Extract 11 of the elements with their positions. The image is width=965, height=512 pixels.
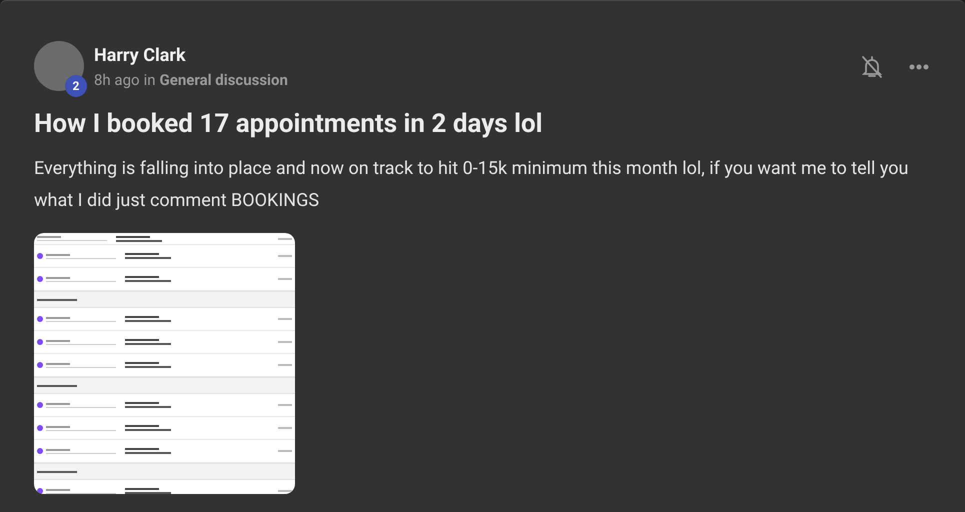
- post-time: 8h ago: [94, 70, 140, 90]
- level-badge: 2: [65, 75, 87, 97]
- category-link[interactable]: General discussion: [160, 70, 288, 90]
- booking-list-screenshot-drawing[interactable]: [34, 233, 295, 494]
- bell-off-icon[interactable]: [861, 55, 883, 79]
- more-options-icon[interactable]: [909, 64, 929, 70]
- post-title: How I booked 17 appointments in 2 days lol: [34, 108, 544, 141]
- author-name[interactable]: Harry Clark: [94, 44, 288, 68]
- post-body: Everything is falling into place and now on track to hit 0-15k minimum this month lol, if you want me to tell you what I did just comment BOOKINGS: [34, 157, 910, 213]
- category-prefix: in: [144, 70, 156, 90]
- avatar-photo-placeholder[interactable]: [34, 41, 84, 91]
